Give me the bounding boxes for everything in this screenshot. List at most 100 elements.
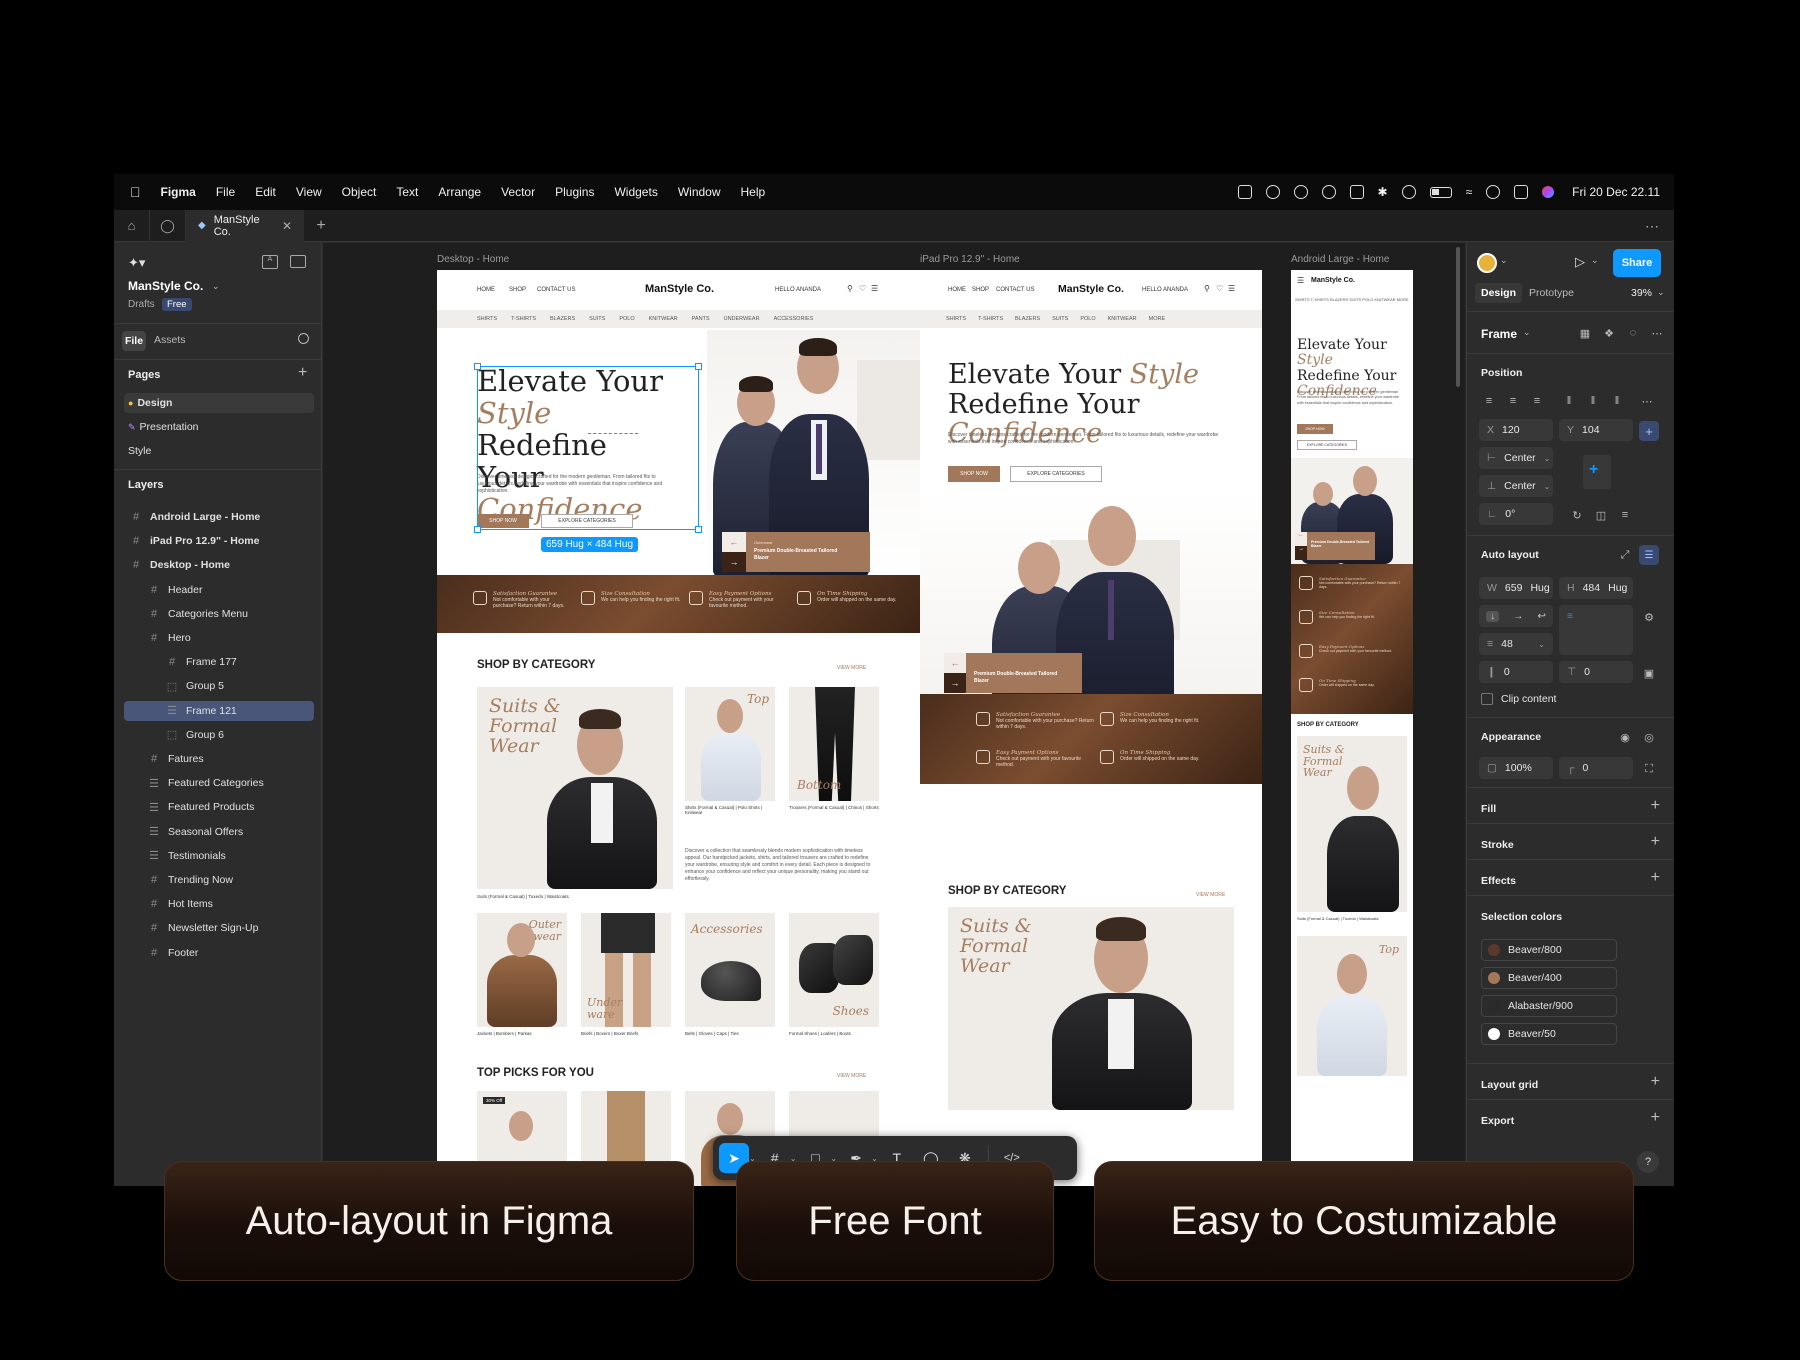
menu-vector[interactable]: Vector <box>501 185 535 199</box>
cat-underwear[interactable]: UNDERWEAR <box>724 316 760 322</box>
layer-row[interactable]: # Categories Menu <box>124 604 314 624</box>
chevron-down-icon[interactable]: ⌄ <box>212 281 220 292</box>
tab-manstyle[interactable]: ◆ ManStyle Co. ✕ <box>186 209 304 242</box>
hello-user[interactable]: HELLO ANANDA <box>775 287 821 293</box>
nav-contact[interactable]: CONTACT US <box>996 287 1034 293</box>
layer-row[interactable]: # iPad Pro 12.9" - Home <box>124 531 314 551</box>
product-tag[interactable]: ← → Premium Double-Breasted Tailored Bla… <box>1295 532 1375 560</box>
apple-icon[interactable]:  <box>130 184 141 200</box>
menu-arrange[interactable]: Arrange <box>438 185 481 199</box>
figma-status-icon[interactable] <box>1237 185 1252 199</box>
site-logo[interactable]: ManStyle Co. <box>1058 283 1124 295</box>
menu-text[interactable]: Text <box>396 185 418 199</box>
hamburger-icon[interactable]: ☰ <box>1297 276 1304 285</box>
site-search-icon[interactable]: ⚲ <box>1204 284 1210 293</box>
padding-v-field[interactable]: ⊤ 0 <box>1559 661 1633 683</box>
category-shoes[interactable]: Shoes <box>789 913 879 1027</box>
nav-contact[interactable]: CONTACT US <box>537 287 575 293</box>
nav-shop[interactable]: SHOP <box>972 287 989 293</box>
cat-item[interactable]: KNITWEAR <box>1108 316 1137 322</box>
tab-design[interactable]: Design <box>1475 283 1523 303</box>
menu-help[interactable]: Help <box>741 185 766 199</box>
resize-handle-ne[interactable] <box>695 363 702 370</box>
sync-icon[interactable] <box>1293 185 1308 199</box>
category-suits[interactable]: Suits & Formal Wear <box>477 687 673 889</box>
layer-row[interactable]: ☰ Testimonials <box>124 846 314 866</box>
cat-item[interactable]: SUITS <box>1052 316 1068 322</box>
hello-user[interactable]: HELLO ANANDA <box>1142 287 1188 293</box>
tab-assets[interactable]: Assets <box>154 334 186 346</box>
view-more-link[interactable]: VIEW MORE <box>1196 892 1225 898</box>
more-icon[interactable]: ⋯ <box>1647 323 1667 343</box>
align-left-icon[interactable]: ≡ <box>1479 391 1499 411</box>
menu-object[interactable]: Object <box>342 185 377 199</box>
add-tab-button[interactable]: + <box>304 217 338 235</box>
siri-icon[interactable] <box>1542 186 1555 198</box>
align-right-icon[interactable]: ≡ <box>1527 391 1547 411</box>
y-field[interactable]: Y 104 <box>1559 419 1633 441</box>
product-tag[interactable]: ← → Premium Double-Breasted Tailored Bla… <box>944 653 1082 693</box>
add-export-icon[interactable]: + <box>1651 1109 1660 1127</box>
category-top[interactable]: Top <box>685 687 775 801</box>
blend-icon[interactable]: ◎ <box>1639 727 1659 747</box>
arrow-right-icon[interactable]: → <box>1295 546 1307 560</box>
cat-knitwear[interactable]: KNITWEAR <box>649 316 678 322</box>
layer-row[interactable]: # Hot Items <box>124 894 314 914</box>
color-swatch[interactable]: Beaver/50 <box>1481 1023 1617 1045</box>
add-grid-icon[interactable]: + <box>1651 1073 1660 1091</box>
grammarly-icon[interactable] <box>1265 185 1280 199</box>
frame-label-android[interactable]: Android Large - Home <box>1291 254 1389 265</box>
chevron-down-icon[interactable]: ⌄ <box>1523 327 1531 338</box>
arrow-right-icon[interactable]: → <box>944 673 966 693</box>
arrow-left-icon[interactable]: ← <box>944 653 966 673</box>
site-heart-icon[interactable]: ♡ <box>859 284 866 293</box>
android-frame[interactable]: ☰ ManStyle Co. SHIRTS T-SHIRTS BLAZERS S… <box>1291 270 1413 1186</box>
present-play-icon[interactable]: ▷ <box>1575 254 1585 270</box>
cat-shirts[interactable]: SHIRTS <box>477 316 497 322</box>
more-icon[interactable]: ⋯ <box>1637 391 1657 411</box>
resize-handle-sw[interactable] <box>474 526 481 533</box>
site-cart-icon[interactable]: ☰ <box>1228 284 1235 293</box>
nav-home[interactable]: HOME <box>948 287 966 293</box>
collapse-icon[interactable]: ⤢ <box>1615 545 1635 565</box>
height-field[interactable]: H 484 Hug <box>1559 577 1633 599</box>
direction-toggle[interactable]: ↓ → ↩ <box>1479 605 1553 627</box>
padding-h-field[interactable]: ❙ 0 <box>1479 661 1553 683</box>
layer-row[interactable]: ☰ Frame 121 <box>124 700 314 721</box>
gap-field[interactable]: ≡ 48 ⌄ <box>1479 633 1553 655</box>
layer-row[interactable]: # Newsletter Sign-Up <box>124 918 314 938</box>
constraint-widget[interactable]: + <box>1565 447 1629 497</box>
chevron-down-icon[interactable]: ⌄ <box>1500 255 1508 266</box>
cat-item[interactable]: KNITWEAR <box>1374 297 1395 302</box>
moon-icon[interactable] <box>1321 185 1336 199</box>
cat-polo[interactable]: POLO <box>619 316 634 322</box>
align-bottom-icon[interactable]: ‖ <box>1607 391 1627 411</box>
drive-icon[interactable] <box>1349 185 1364 199</box>
vertical-constraint[interactable]: ⊥ Center ⌄ <box>1479 475 1553 497</box>
mask-icon[interactable]: ◌ <box>1623 323 1643 343</box>
cat-item[interactable]: BLAZERS <box>1015 316 1040 322</box>
category-suits[interactable]: Suits & Formal Wear <box>948 907 1234 1110</box>
nav-home[interactable]: HOME <box>477 287 495 293</box>
shop-now-button[interactable]: SHOP NOW <box>1297 424 1333 434</box>
tab-prototype[interactable]: Prototype <box>1529 287 1574 299</box>
view-more-link[interactable]: VIEW MORE <box>837 665 866 671</box>
play-icon[interactable] <box>1401 185 1416 199</box>
search-icon[interactable] <box>1486 185 1501 199</box>
x-field[interactable]: X 120 <box>1479 419 1553 441</box>
layer-row[interactable]: ☰ Featured Categories <box>124 773 314 793</box>
align-top-icon[interactable]: ‖ <box>1559 391 1579 411</box>
help-button[interactable]: ? <box>1637 1151 1659 1173</box>
add-page-icon[interactable]: + <box>298 364 307 382</box>
layer-row[interactable]: ⬚ Group 6 <box>124 725 314 745</box>
site-logo[interactable]: ManStyle Co. <box>645 283 714 295</box>
menu-edit[interactable]: Edit <box>255 185 276 199</box>
padding-settings-icon[interactable]: ▣ <box>1639 663 1659 683</box>
zoom-chevron-icon[interactable]: ⌄ <box>1657 287 1665 298</box>
eye-icon[interactable]: ◉ <box>1615 727 1635 747</box>
align-center-h-icon[interactable]: ≡ <box>1503 391 1523 411</box>
radius-field[interactable]: ┌ 0 <box>1559 757 1633 779</box>
clip-content-checkbox[interactable] <box>1481 693 1493 705</box>
tab-file[interactable]: File <box>122 331 146 351</box>
category-top[interactable]: Top <box>1297 936 1407 1076</box>
